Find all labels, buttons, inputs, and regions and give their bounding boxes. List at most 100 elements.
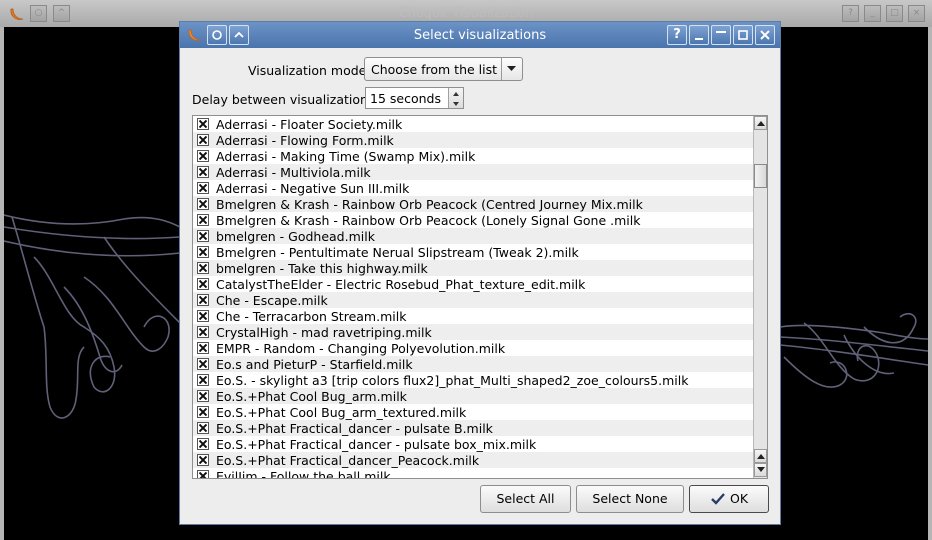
list-item[interactable]: Eo.S.+Phat Fractical_dancer - pulsate B.… <box>193 420 753 436</box>
list-item[interactable]: Aderrasi - Negative Sun III.milk <box>193 180 753 196</box>
list-item[interactable]: CatalystTheElder - Electric Rosebud_Phat… <box>193 276 753 292</box>
list-item[interactable]: Aderrasi - Floater Society.milk <box>193 116 753 132</box>
checked-x-icon <box>199 232 207 240</box>
checked-x-icon <box>199 472 207 478</box>
checkbox[interactable] <box>197 278 209 290</box>
list-item[interactable]: Aderrasi - Flowing Form.milk <box>193 132 753 148</box>
scroll-up-icon[interactable] <box>754 449 767 463</box>
list-item[interactable]: CrystalHigh - mad ravetriping.milk <box>193 324 753 340</box>
checkbox[interactable] <box>197 454 209 466</box>
checkbox[interactable] <box>197 182 209 194</box>
maximize-icon[interactable]: □ <box>886 5 903 22</box>
scroll-down-icon[interactable] <box>754 463 767 477</box>
checkbox[interactable] <box>197 390 209 402</box>
list-item[interactable]: Che - Escape.milk <box>193 292 753 308</box>
checkbox[interactable] <box>197 150 209 162</box>
checkbox[interactable] <box>197 342 209 354</box>
checked-x-icon <box>199 296 207 304</box>
list-item[interactable]: Eo.s and PieturP - Starfield.milk <box>193 356 753 372</box>
list-item-label: Eo.S.+Phat Cool Bug_arm.milk <box>216 389 407 404</box>
help-icon[interactable]: ? <box>667 25 687 45</box>
list-item-label: Aderrasi - Negative Sun III.milk <box>216 181 410 196</box>
checkbox[interactable] <box>197 246 209 258</box>
maximize-icon[interactable] <box>733 25 753 45</box>
visualization-mode-select[interactable]: Choose from the list <box>364 57 523 81</box>
help-icon[interactable]: ? <box>842 5 859 22</box>
delay-spinbox[interactable]: 15 seconds <box>365 87 464 109</box>
checked-x-icon <box>199 200 207 208</box>
list-item[interactable]: EMPR - Random - Changing Polyevolution.m… <box>193 340 753 356</box>
minimize-icon[interactable]: _ <box>864 5 881 22</box>
list-item[interactable]: Eo.S. - skylight a3 [trip colors flux2]_… <box>193 372 753 388</box>
select-all-button[interactable]: Select All <box>480 485 571 513</box>
visualization-mode-value: Choose from the list <box>371 62 498 77</box>
step-up-icon[interactable] <box>449 88 463 98</box>
list-item-label: Bmelgren & Krash - Rainbow Orb Peacock (… <box>216 213 641 228</box>
list-item-label: Aderrasi - Flowing Form.milk <box>216 133 394 148</box>
checkbox[interactable] <box>197 438 209 450</box>
checkbox[interactable] <box>197 230 209 242</box>
list-item-label: Bmelgren & Krash - Rainbow Orb Peacock (… <box>216 197 643 212</box>
select-visualizations-dialog: Select visualizations ? Visualization mo… <box>179 21 781 525</box>
close-icon[interactable] <box>755 25 775 45</box>
window-border-right <box>928 27 932 540</box>
list-item-label: Aderrasi - Making Time (Swamp Mix).milk <box>216 149 476 164</box>
checkbox[interactable] <box>197 358 209 370</box>
list-item[interactable]: Bmelgren & Krash - Rainbow Orb Peacock (… <box>193 196 753 212</box>
list-item[interactable]: bmelgren - Godhead.milk <box>193 228 753 244</box>
delay-label: Delay between visualizations <box>192 92 375 107</box>
checkbox[interactable] <box>197 198 209 210</box>
list-item-label: EMPR - Random - Changing Polyevolution.m… <box>216 341 506 356</box>
select-none-button[interactable]: Select None <box>576 485 684 513</box>
checked-x-icon <box>199 280 207 288</box>
list-item[interactable]: EvilJim - Follow the ball.milk <box>193 468 753 478</box>
checked-x-icon <box>199 376 207 384</box>
checkbox[interactable] <box>197 406 209 418</box>
scroll-up-icon[interactable] <box>754 116 767 130</box>
delay-stepper[interactable] <box>448 88 463 108</box>
checkbox[interactable] <box>197 118 209 130</box>
close-icon[interactable]: × <box>908 5 925 22</box>
checkbox[interactable] <box>197 470 209 478</box>
ok-button[interactable]: OK <box>689 485 769 513</box>
checkbox[interactable] <box>197 214 209 226</box>
list-item[interactable]: bmelgren - Take this highway.milk <box>193 260 753 276</box>
checked-x-icon <box>199 152 207 160</box>
visualization-list[interactable]: Aderrasi - Floater Society.milk Aderrasi … <box>192 115 768 479</box>
checkbox[interactable] <box>197 262 209 274</box>
shade-icon[interactable] <box>711 25 731 45</box>
checkbox[interactable] <box>197 166 209 178</box>
scrollbar-thumb[interactable] <box>754 164 767 188</box>
list-item[interactable]: Bmelgren - Pentultimate Nerual Slipstrea… <box>193 244 753 260</box>
list-item[interactable]: Aderrasi - Making Time (Swamp Mix).milk <box>193 148 753 164</box>
chevron-down-icon[interactable] <box>501 58 522 80</box>
list-item[interactable]: Aderrasi - Multiviola.milk <box>193 164 753 180</box>
minimize-icon[interactable] <box>689 25 709 45</box>
checkbox[interactable] <box>197 326 209 338</box>
list-item-label: Aderrasi - Multiviola.milk <box>216 165 371 180</box>
checkbox[interactable] <box>197 294 209 306</box>
list-item-label: Eo.S.+Phat Fractical_dancer - pulsate B.… <box>216 421 493 436</box>
checked-x-icon <box>199 328 207 336</box>
list-item-label: CrystalHigh - mad ravetriping.milk <box>216 325 432 340</box>
list-item-label: Eo.s and PieturP - Starfield.milk <box>216 357 413 372</box>
checked-x-icon <box>199 424 207 432</box>
checked-x-icon <box>199 136 207 144</box>
visualization-list-rows: Aderrasi - Floater Society.milk Aderrasi … <box>193 116 753 478</box>
dialog-titlebar[interactable]: Select visualizations ? <box>180 22 780 48</box>
checkbox[interactable] <box>197 422 209 434</box>
list-item-label: Bmelgren - Pentultimate Nerual Slipstrea… <box>216 245 579 260</box>
checkbox[interactable] <box>197 134 209 146</box>
list-item[interactable]: Che - Terracarbon Stream.milk <box>193 308 753 324</box>
list-item[interactable]: Bmelgren & Krash - Rainbow Orb Peacock (… <box>193 212 753 228</box>
list-item-label: bmelgren - Take this highway.milk <box>216 261 428 276</box>
step-down-icon[interactable] <box>449 98 463 108</box>
checkmark-icon <box>711 493 725 505</box>
list-item[interactable]: Eo.S.+Phat Cool Bug_arm.milk <box>193 388 753 404</box>
checkbox[interactable] <box>197 310 209 322</box>
list-item[interactable]: Eo.S.+Phat Cool Bug_arm_textured.milk <box>193 404 753 420</box>
vertical-scrollbar[interactable] <box>753 116 767 478</box>
list-item[interactable]: Eo.S.+Phat Fractical_dancer - pulsate bo… <box>193 436 753 452</box>
checkbox[interactable] <box>197 374 209 386</box>
list-item[interactable]: Eo.S.+Phat Fractical_dancer_Peacock.milk <box>193 452 753 468</box>
